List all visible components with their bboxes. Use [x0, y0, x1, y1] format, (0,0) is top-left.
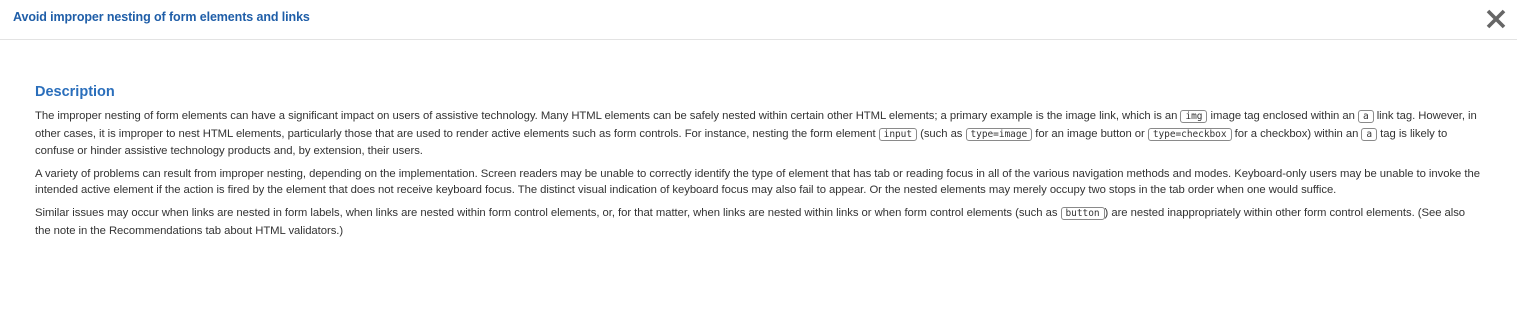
code-a: a — [1357, 110, 1374, 123]
description-section: Description The improper nesting of form… — [35, 83, 1480, 245]
code-a: a — [1361, 127, 1378, 141]
text-segment: Similar issues may occur when links are … — [35, 206, 1061, 219]
text-segment: for an image button or — [1032, 127, 1148, 140]
description-heading: Description — [35, 84, 115, 100]
text-segment: image tag enclosed within an — [1207, 110, 1358, 122]
description-paragraph-3: Similar issues may occur when links are … — [35, 205, 1480, 239]
description-paragraph-2: A variety of problems can result from im… — [35, 167, 1480, 197]
code-button: button — [1060, 206, 1105, 220]
code-type-image: type=image — [965, 127, 1033, 141]
text-segment: (such as — [917, 127, 966, 140]
code-type-checkbox: type=checkbox — [1147, 127, 1232, 141]
close-icon — [1486, 9, 1506, 29]
close-button[interactable] — [1484, 7, 1508, 31]
text-segment: for a checkbox) within an — [1231, 127, 1362, 140]
dialog-title: Avoid improper nesting of form elements … — [13, 10, 310, 24]
description-paragraph-1: The improper nesting of form elements ca… — [35, 108, 1480, 160]
text-segment: The improper nesting of form elements ca… — [35, 110, 1181, 122]
code-img: img — [1180, 110, 1208, 123]
code-input: input — [878, 127, 918, 141]
dialog-header: Avoid improper nesting of form elements … — [0, 0, 1517, 40]
